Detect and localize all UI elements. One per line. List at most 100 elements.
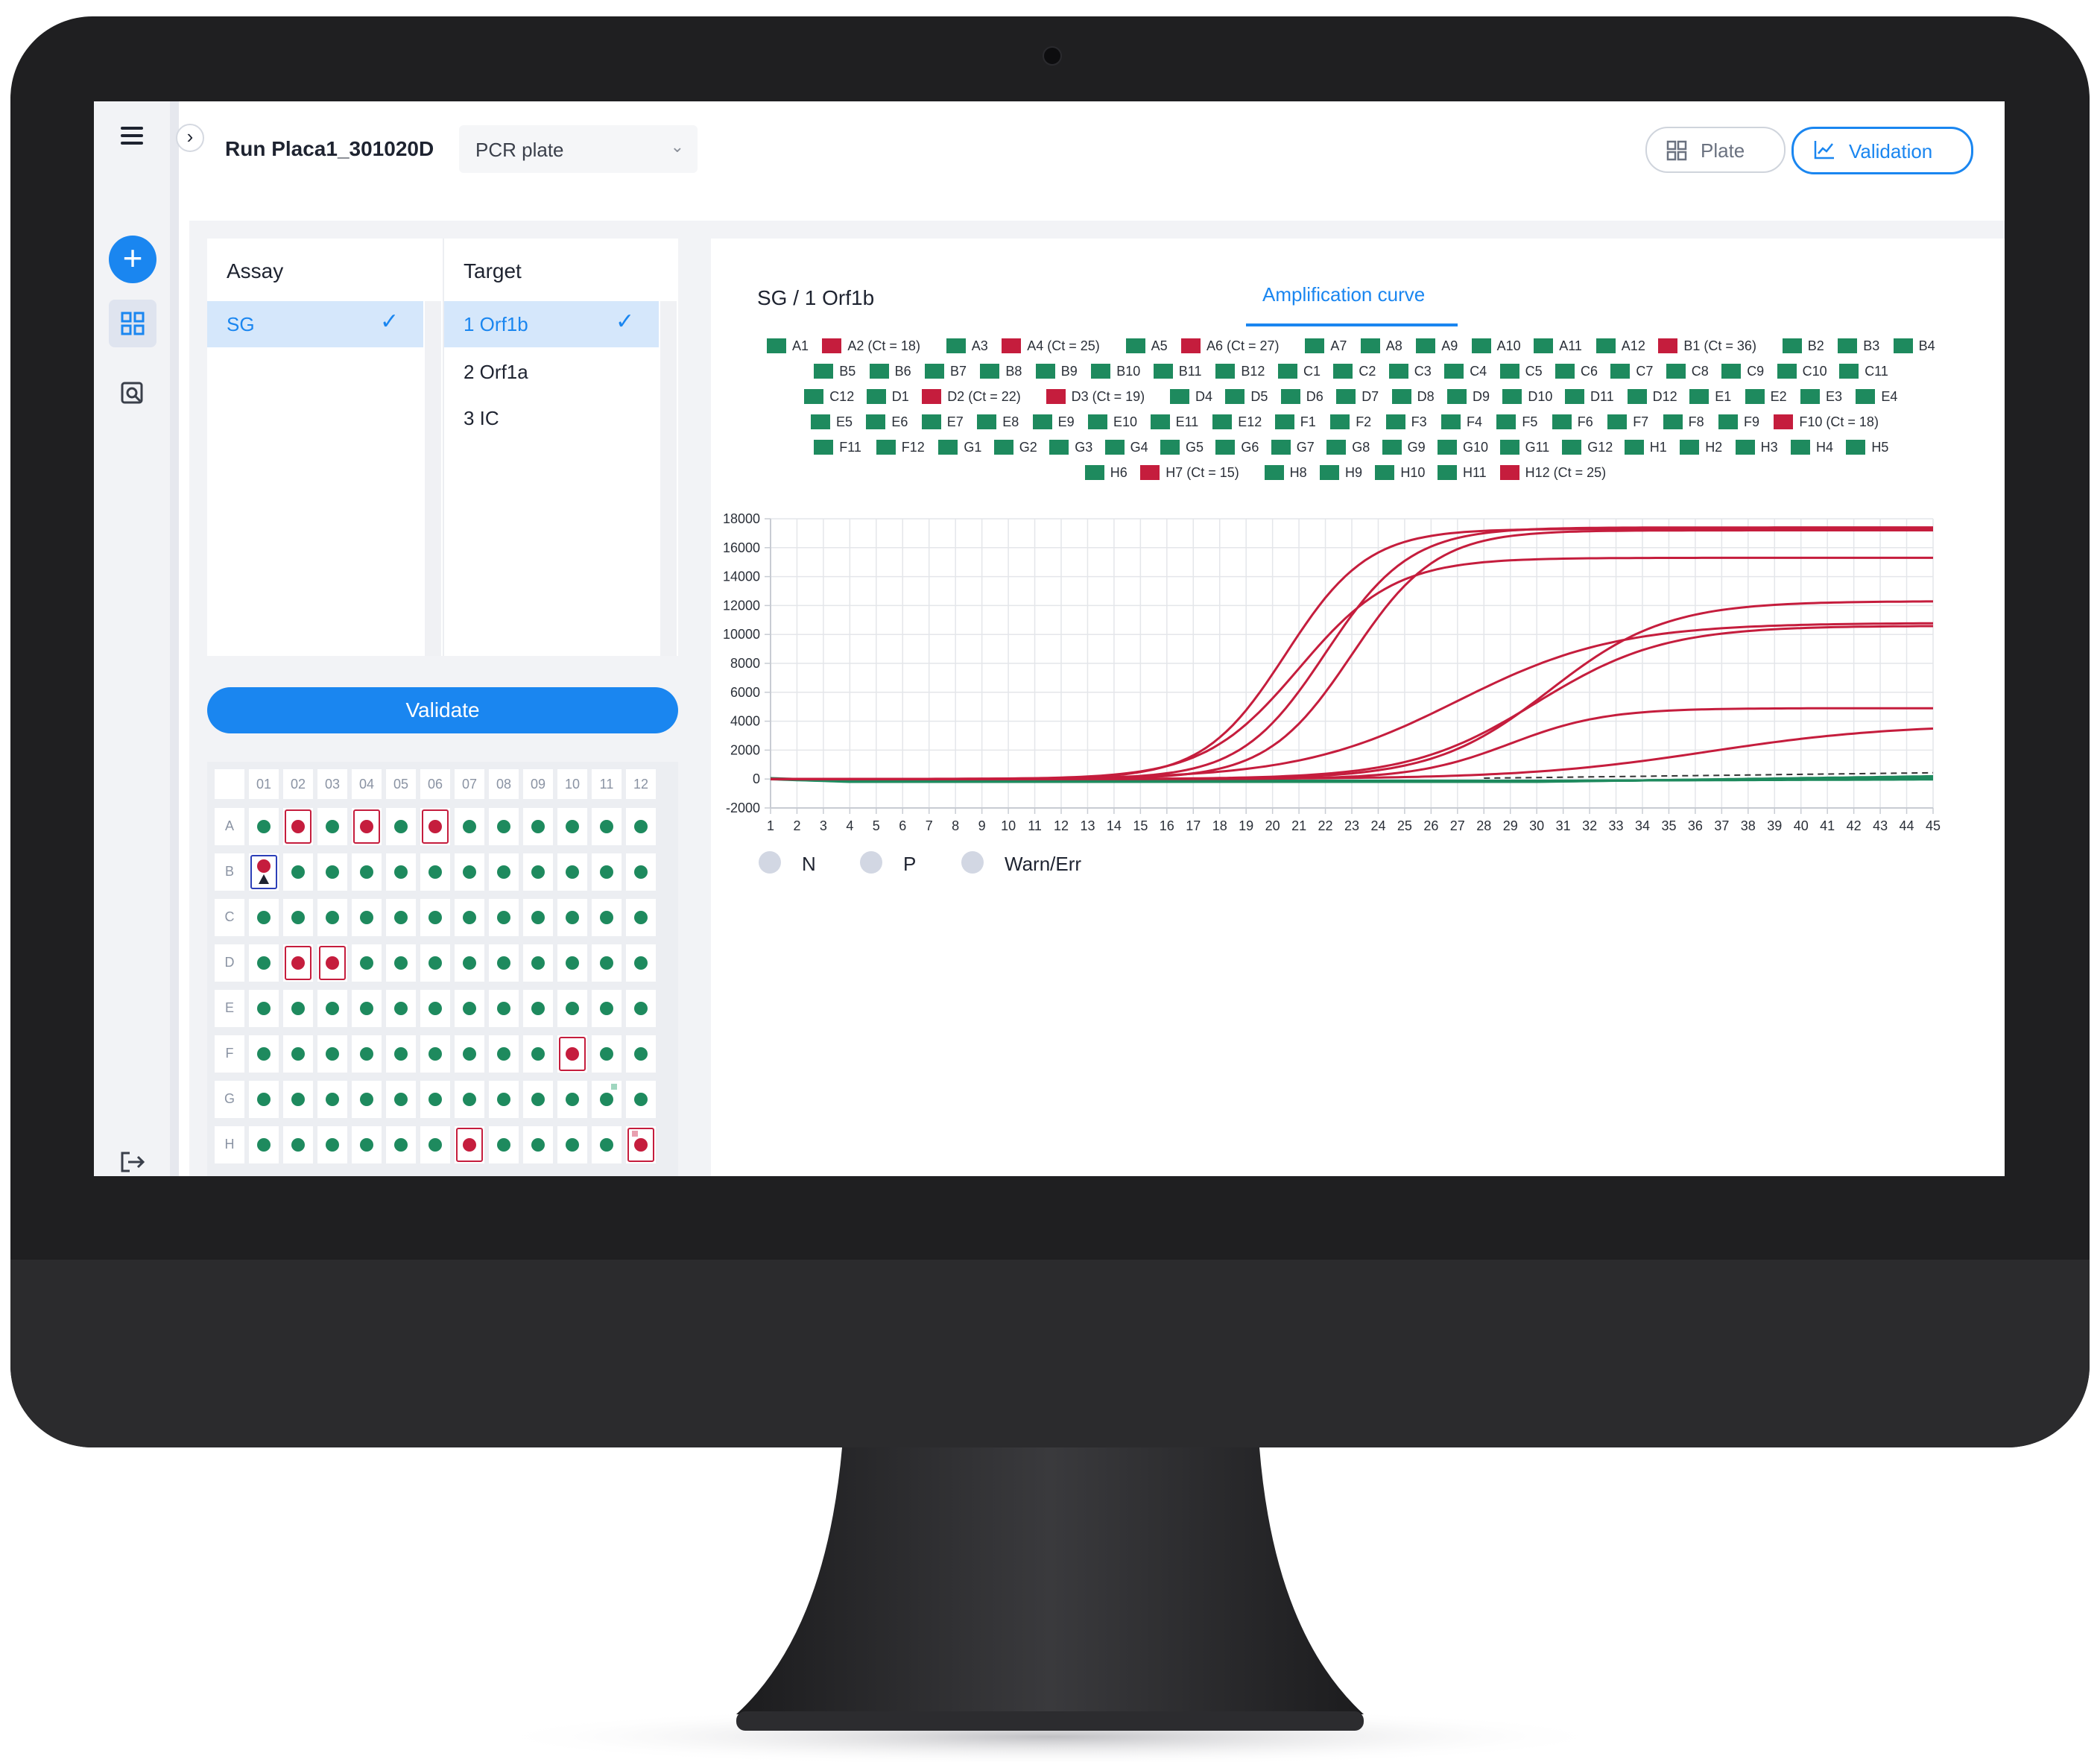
legend-p-label: P xyxy=(903,853,917,875)
plate-column-label: 10 xyxy=(564,777,581,792)
positive-well-dot xyxy=(291,956,305,970)
negative-well-dot xyxy=(531,911,545,924)
x-tick-label: 30 xyxy=(1529,818,1544,833)
negative-well-dot xyxy=(531,1002,545,1015)
negative-well-dot xyxy=(600,1002,613,1015)
positive-well-dot xyxy=(634,1138,648,1152)
negative-well-dot xyxy=(531,1138,545,1152)
negative-well-dot xyxy=(257,911,271,924)
flag-marker xyxy=(611,1084,617,1090)
negative-well-dot xyxy=(566,1002,579,1015)
negative-well-dot xyxy=(600,956,613,970)
menu-icon[interactable] xyxy=(121,127,143,145)
target-item-orf1b[interactable]: 1 Orf1b ✓ xyxy=(444,301,659,347)
grid-nav-button[interactable] xyxy=(109,300,156,347)
negative-well-dot xyxy=(600,820,613,833)
positive-well-dot xyxy=(360,820,373,833)
negative-well-dot xyxy=(600,1093,613,1106)
negative-well-dot xyxy=(566,911,579,924)
legend-warn-dot[interactable] xyxy=(961,851,984,874)
negative-well-dot xyxy=(326,1138,339,1152)
legend-n-label: N xyxy=(802,853,816,875)
target-scrollbar[interactable] xyxy=(660,301,677,656)
x-tick-label: 37 xyxy=(1714,818,1729,833)
negative-well-dot xyxy=(634,956,648,970)
negative-well-dot xyxy=(531,820,545,833)
legend-n-dot[interactable] xyxy=(759,851,781,874)
x-tick-label: 12 xyxy=(1054,818,1069,833)
x-tick-label: 13 xyxy=(1080,818,1095,833)
validation-view-button[interactable]: Validation xyxy=(1791,127,1973,174)
x-tick-label: 38 xyxy=(1741,818,1756,833)
negative-well-dot xyxy=(428,1047,442,1061)
x-tick-label: 15 xyxy=(1133,818,1148,833)
add-button[interactable]: + xyxy=(109,236,156,283)
negative-well-dot xyxy=(326,865,339,879)
negative-well-dot xyxy=(360,956,373,970)
target-item-ic[interactable]: 3 IC xyxy=(464,407,499,430)
plate-select[interactable]: PCR plate ⌄ xyxy=(459,125,698,173)
app-screen: + › Run Placa1_301020D PCR plate ⌄ Plate… xyxy=(94,101,2005,1176)
legend-warn-label: Warn/Err xyxy=(1005,853,1082,875)
target-item-orf1a[interactable]: 2 Orf1a xyxy=(464,361,528,384)
negative-well-dot xyxy=(463,911,476,924)
plate-column-label: 04 xyxy=(358,777,375,792)
negative-well-dot xyxy=(497,956,510,970)
grid-icon xyxy=(121,312,145,335)
collapse-sidebar-button[interactable]: › xyxy=(176,124,204,152)
x-tick-label: 40 xyxy=(1794,818,1809,833)
logout-icon[interactable] xyxy=(119,1151,146,1173)
negative-well-dot xyxy=(463,1093,476,1106)
x-tick-label: 16 xyxy=(1160,818,1174,833)
x-tick-label: 27 xyxy=(1450,818,1465,833)
monitor-chin xyxy=(10,1260,2090,1447)
negative-well-dot xyxy=(600,865,613,879)
legend-p-dot[interactable] xyxy=(860,851,882,874)
assay-scrollbar[interactable] xyxy=(425,301,441,656)
negative-well-dot xyxy=(394,956,408,970)
negative-well-dot xyxy=(257,1002,271,1015)
x-tick-label: 44 xyxy=(1900,818,1914,833)
positive-well-dot xyxy=(257,859,271,873)
target-item-label: 1 Orf1b xyxy=(464,313,528,335)
validation-view-label: Validation xyxy=(1849,140,1933,162)
x-tick-label: 39 xyxy=(1767,818,1782,833)
x-tick-label: 10 xyxy=(1001,818,1016,833)
negative-well-dot xyxy=(497,1093,510,1106)
negative-well-dot xyxy=(291,1138,305,1152)
plate-view-button[interactable]: Plate xyxy=(1645,127,1786,173)
positive-well-dot xyxy=(566,1047,579,1061)
y-tick-label: 4000 xyxy=(730,714,760,729)
validate-button[interactable]: Validate xyxy=(207,687,678,733)
plate-row-label: D xyxy=(224,955,235,970)
negative-well-dot xyxy=(360,911,373,924)
negative-well-dot xyxy=(497,1138,510,1152)
x-tick-label: 3 xyxy=(820,818,827,833)
negative-well-dot xyxy=(394,820,408,833)
y-tick-label: 12000 xyxy=(723,598,760,613)
plate-view-label: Plate xyxy=(1701,139,1745,162)
negative-well-dot xyxy=(634,911,648,924)
negative-well-dot xyxy=(463,1002,476,1015)
plate-row-label: A xyxy=(224,818,234,833)
negative-well-dot xyxy=(428,911,442,924)
assay-item-sg[interactable]: SG ✓ xyxy=(207,301,423,347)
negative-well-dot xyxy=(634,1002,648,1015)
check-icon: ✓ xyxy=(380,309,399,334)
x-tick-label: 29 xyxy=(1503,818,1518,833)
negative-well-dot xyxy=(257,1047,271,1061)
plate-column-label: 05 xyxy=(393,777,409,792)
negative-well-dot xyxy=(291,865,305,879)
negative-well-dot xyxy=(428,865,442,879)
x-tick-label: 33 xyxy=(1609,818,1624,833)
chart-card: SG / 1 Orf1b Amplification curve A1 A2 (C… xyxy=(711,239,2005,1176)
x-tick-label: 23 xyxy=(1344,818,1359,833)
assay-item-label: SG xyxy=(227,313,255,335)
x-tick-label: 43 xyxy=(1873,818,1888,833)
sidebar: + xyxy=(94,101,179,1176)
search-document-icon[interactable] xyxy=(119,380,146,407)
x-tick-label: 9 xyxy=(978,818,986,833)
plate-column-label: 12 xyxy=(633,777,649,792)
negative-well-dot xyxy=(634,865,648,879)
x-tick-label: 5 xyxy=(873,818,880,833)
